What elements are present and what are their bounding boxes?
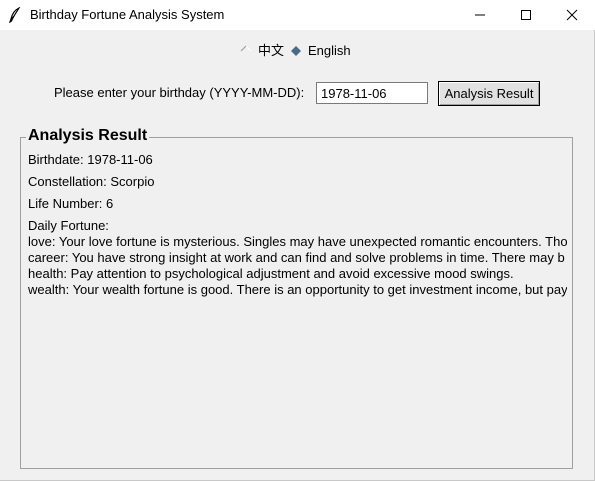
daily-fortune-heading: Daily Fortune: (28, 218, 109, 233)
close-icon (566, 9, 578, 21)
app-window: Birthday Fortune Analysis System 中文 Engl… (0, 0, 595, 481)
birthdate-text: Birthdate: 1978-11-06 (28, 152, 153, 167)
radio-selected-icon[interactable] (290, 44, 302, 56)
close-button[interactable] (549, 0, 595, 30)
radio-chinese-label: 中文 (258, 43, 285, 58)
constellation-text: Constellation: Scorpio (28, 174, 155, 189)
analysis-result-button[interactable]: Analysis Result (438, 81, 540, 106)
fortune-career: career: You have strong insight at work … (28, 250, 565, 265)
feather-icon (8, 6, 22, 24)
daily-fortune-block: Daily Fortune: love: Your love fortune i… (28, 218, 567, 302)
analysis-result-title: Analysis Result (26, 127, 150, 145)
birthday-input[interactable] (316, 82, 428, 104)
minimize-button[interactable] (457, 0, 503, 30)
fortune-wealth: wealth: Your wealth fortune is good. The… (28, 282, 567, 297)
fortune-love: love: Your love fortune is mysterious. S… (28, 234, 567, 249)
maximize-icon (521, 10, 531, 20)
maximize-button[interactable] (503, 0, 549, 30)
minimize-icon (475, 14, 485, 16)
window-title: Birthday Fortune Analysis System (30, 7, 225, 22)
radio-english-label: English (308, 43, 351, 58)
title-bar[interactable]: Birthday Fortune Analysis System (0, 0, 595, 30)
radio-unselected-icon[interactable] (240, 44, 252, 56)
fortune-health: health: Pay attention to psychological a… (28, 266, 514, 281)
life-number-text: Life Number: 6 (28, 196, 114, 211)
birthday-label: Please enter your birthday (YYYY-MM-DD): (54, 85, 305, 100)
